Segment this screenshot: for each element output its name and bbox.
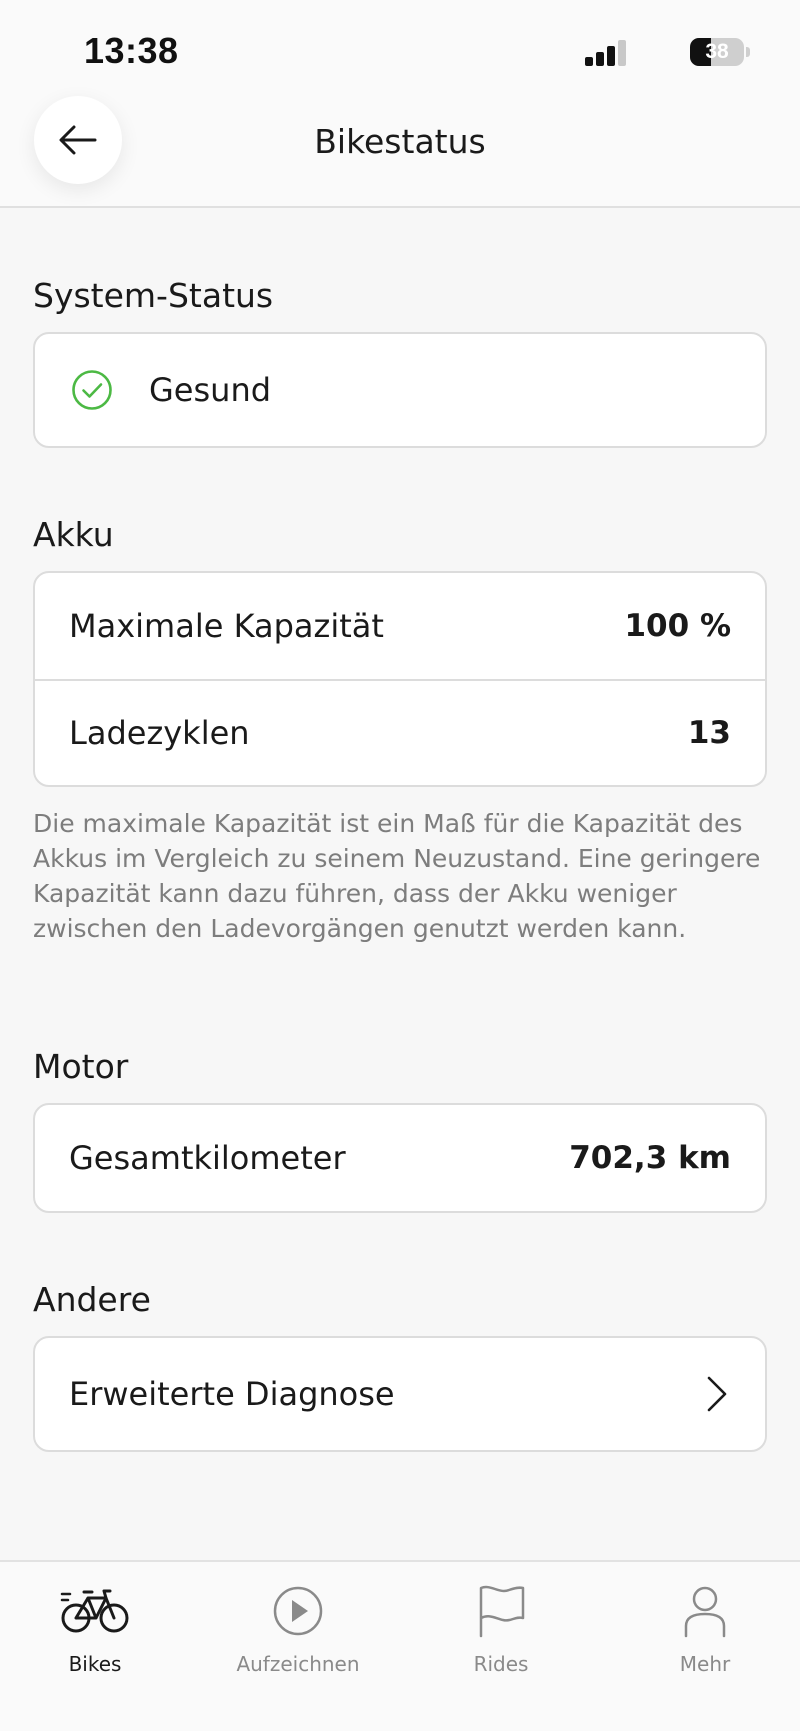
charge-cycles-value: 13	[687, 715, 731, 751]
tab-bikes-label: Bikes	[68, 1652, 122, 1676]
chevron-right-icon	[707, 1376, 727, 1412]
akku-card: Maximale Kapazität 100 % Ladezyklen 13	[33, 571, 767, 787]
battery-icon: 38	[690, 38, 744, 66]
section-title-akku: Akku	[33, 515, 114, 554]
total-km-label: Gesamtkilometer	[69, 1139, 346, 1177]
cellular-signal-icon	[585, 40, 627, 66]
max-capacity-label: Maximale Kapazität	[69, 607, 384, 645]
motor-card: Gesamtkilometer 702,3 km	[33, 1103, 767, 1213]
page-title: Bikestatus	[314, 122, 486, 161]
tab-aufzeichnen-label: Aufzeichnen	[236, 1652, 360, 1676]
header: Bikestatus	[0, 96, 800, 208]
andere-card: Erweiterte Diagnose	[33, 1336, 767, 1452]
system-status-value: Gesund	[149, 371, 272, 409]
section-title-andere: Andere	[33, 1280, 151, 1319]
tab-mehr[interactable]: Mehr	[605, 1578, 800, 1676]
battery-tip	[746, 47, 750, 57]
akku-row-max-capacity: Maximale Kapazität 100 %	[35, 573, 765, 679]
play-circle-icon	[273, 1586, 323, 1636]
tab-mehr-label: Mehr	[679, 1652, 731, 1676]
tab-bikes[interactable]: Bikes	[0, 1578, 195, 1676]
bike-icon	[60, 1589, 129, 1633]
screen: 13:38 38 Bikestatus System-Status Gesund…	[0, 0, 800, 1731]
akku-note: Die maximale Kapazität ist ein Maß für d…	[33, 809, 761, 943]
tab-aufzeichnen[interactable]: Aufzeichnen	[198, 1578, 398, 1676]
status-time: 13:38	[84, 30, 179, 71]
section-title-motor: Motor	[33, 1047, 129, 1086]
total-km-value: 702,3 km	[569, 1140, 731, 1176]
akku-row-charge-cycles: Ladezyklen 13	[35, 679, 765, 785]
person-icon	[684, 1586, 726, 1638]
extended-diagnosis-label: Erweiterte Diagnose	[69, 1375, 395, 1413]
tab-rides[interactable]: Rides	[401, 1578, 601, 1676]
max-capacity-value: 100 %	[624, 608, 731, 644]
tab-bar: Bikes Aufzeichnen Rides Mehr	[0, 1560, 800, 1731]
battery-level: 38	[705, 40, 729, 63]
tab-rides-label: Rides	[473, 1652, 529, 1676]
section-title-system-status: System-Status	[33, 276, 274, 315]
system-status-card: Gesund	[33, 332, 767, 448]
status-bar: 13:38 38	[0, 0, 800, 100]
extended-diagnosis-row[interactable]: Erweiterte Diagnose	[35, 1338, 765, 1450]
charge-cycles-label: Ladezyklen	[69, 714, 250, 752]
system-status-row: Gesund	[35, 334, 765, 446]
check-circle-icon	[72, 370, 112, 410]
motor-row-total-km: Gesamtkilometer 702,3 km	[35, 1105, 765, 1211]
flag-icon	[479, 1585, 525, 1638]
